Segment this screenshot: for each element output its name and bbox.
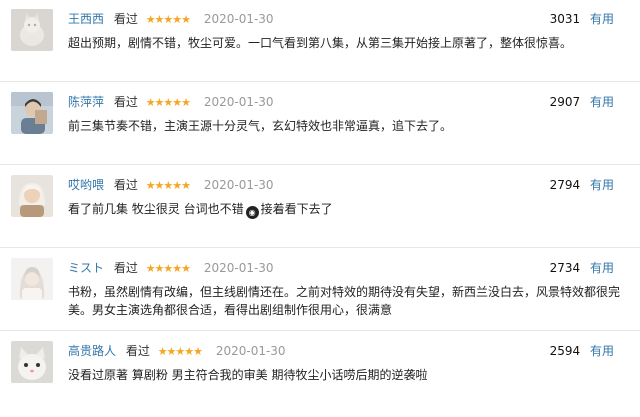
watch-status: 看过	[113, 178, 138, 192]
vote-area: 2907 有用	[550, 93, 614, 110]
watch-status: 看过	[113, 261, 138, 275]
vote-area: 2734 有用	[550, 259, 614, 276]
vote-area: 3031 有用	[550, 10, 614, 27]
review-meta: 王西西 看过 ★★★★★ 2020-01-30	[68, 10, 274, 28]
review-date: 2020-01-30	[215, 344, 286, 358]
vote-count: 3031	[549, 12, 581, 26]
content-text: 看了前几集 牧尘很灵 台词也不错	[68, 202, 244, 216]
rating-stars: ★★★★★	[145, 96, 191, 109]
useful-button[interactable]: 有用	[590, 95, 614, 109]
username-link[interactable]: 王西西	[68, 12, 104, 26]
review-meta: 陈萍萍 看过 ★★★★★ 2020-01-30	[68, 93, 274, 111]
rating-stars: ★★★★★	[157, 345, 203, 358]
username-link[interactable]: 哎哟喂	[68, 178, 104, 192]
username-link[interactable]: 高贵路人	[68, 344, 116, 358]
vote-count: 2734	[549, 261, 581, 275]
review-meta: 哎哟喂 看过 ★★★★★ 2020-01-30	[68, 176, 274, 194]
review-date: 2020-01-30	[203, 178, 274, 192]
useful-button[interactable]: 有用	[590, 261, 614, 275]
content-text: 接着看下去了	[260, 202, 333, 216]
review-item: 陈萍萍 看过 ★★★★★ 2020-01-30 2907 有用 前三集节奏不错，…	[0, 83, 640, 165]
review-date: 2020-01-30	[203, 12, 274, 26]
rating-stars: ★★★★★	[145, 179, 191, 192]
review-item: ミスト 看过 ★★★★★ 2020-01-30 2734 有用 书粉，虽然剧情有…	[0, 249, 640, 331]
review-content: 看了前几集 牧尘很灵 台词也不错 ◉ 接着看下去了	[68, 200, 628, 219]
cat-face-avatar-icon[interactable]	[11, 341, 53, 383]
rating-stars: ★★★★★	[145, 262, 191, 275]
person-avatar-icon[interactable]	[11, 92, 53, 134]
watch-status: 看过	[113, 12, 138, 26]
cat-avatar-icon[interactable]	[11, 9, 53, 51]
woman-avatar-icon[interactable]	[11, 175, 53, 217]
username-link[interactable]: 陈萍萍	[68, 95, 104, 109]
review-content: 书粉，虽然剧情有改编，但主线剧情还在。之前对特效的期待没有失望，新西兰没白去，风…	[68, 285, 621, 317]
watch-status: 看过	[125, 344, 150, 358]
useful-button[interactable]: 有用	[590, 12, 614, 26]
review-item: 王西西 看过 ★★★★★ 2020-01-30 3031 有用 超出预期，剧情不…	[0, 0, 640, 82]
useful-button[interactable]: 有用	[590, 344, 614, 358]
girl-avatar-icon[interactable]	[11, 258, 53, 300]
watch-status: 看过	[113, 95, 138, 109]
review-content: 没看过原著 算剧粉 男主符合我的审美 期待牧尘小话唠后期的逆袭啦	[68, 368, 428, 382]
review-item: 高贵路人 看过 ★★★★★ 2020-01-30 2594 有用 没看过原著 算…	[0, 332, 640, 417]
username-link[interactable]: ミスト	[68, 261, 104, 275]
vote-count: 2794	[549, 178, 581, 192]
vote-area: 2794 有用	[550, 176, 614, 193]
useful-button[interactable]: 有用	[590, 178, 614, 192]
vote-count: 2907	[549, 95, 581, 109]
review-date: 2020-01-30	[203, 95, 274, 109]
vote-count: 2594	[549, 344, 581, 358]
review-item: 哎哟喂 看过 ★★★★★ 2020-01-30 2794 有用 看了前几集 牧尘…	[0, 166, 640, 248]
review-meta: 高贵路人 看过 ★★★★★ 2020-01-30	[68, 342, 286, 360]
review-date: 2020-01-30	[203, 261, 274, 275]
review-content: 超出预期，剧情不错，牧尘可爱。一口气看到第八集，从第三集开始接上原著了，整体很惊…	[68, 36, 573, 50]
review-content: 前三集节奏不错，主演王源十分灵气，玄幻特效也非常逼真，追下去了。	[68, 119, 453, 133]
emoji-icon: ◉	[245, 206, 259, 219]
vote-area: 2594 有用	[550, 342, 614, 359]
review-meta: ミスト 看过 ★★★★★ 2020-01-30	[68, 259, 274, 277]
rating-stars: ★★★★★	[145, 13, 191, 26]
